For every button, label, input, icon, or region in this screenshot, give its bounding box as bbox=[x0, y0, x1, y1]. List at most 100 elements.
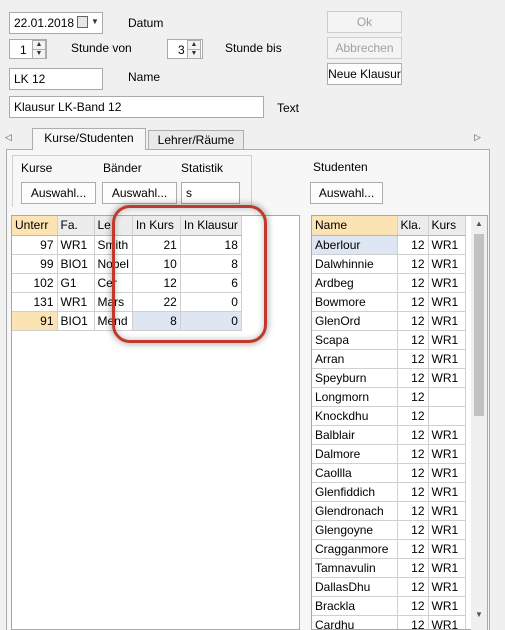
cell-kurs: WR1 bbox=[428, 558, 466, 578]
table-row[interactable]: Dalwhinnie 12 WR1 bbox=[312, 254, 466, 274]
cell-kurs: WR1 bbox=[428, 501, 466, 521]
cell-name: Cragganmore bbox=[312, 539, 398, 559]
cell-klasse: 12 bbox=[397, 539, 429, 559]
statistik-value: s bbox=[186, 186, 192, 200]
tab-statistik[interactable]: Statistik bbox=[181, 161, 223, 175]
table-row[interactable]: Speyburn 12 WR1 bbox=[312, 368, 466, 388]
cell-kurs: WR1 bbox=[428, 482, 466, 502]
cell-kurs: WR1 bbox=[428, 273, 466, 293]
cell-kurs: WR1 bbox=[428, 349, 466, 369]
cell-klasse: 12 bbox=[397, 501, 429, 521]
table-row[interactable]: Knockdhu 12 bbox=[312, 406, 466, 426]
cell-klasse: 12 bbox=[397, 615, 429, 629]
col-fach[interactable]: Fa. bbox=[57, 216, 95, 236]
col-in-klausur[interactable]: In Klausur bbox=[180, 216, 242, 236]
table-row[interactable]: 131 WR1 Mars 22 0 bbox=[12, 292, 242, 312]
table-row[interactable]: Glendronach 12 WR1 bbox=[312, 501, 466, 521]
cell-in-klausur: 6 bbox=[180, 273, 242, 293]
tab-kurse-studenten[interactable]: Kurse/Studenten bbox=[32, 128, 146, 150]
cell-klasse: 12 bbox=[397, 577, 429, 597]
table-row[interactable]: Glengoyne 12 WR1 bbox=[312, 520, 466, 540]
statistik-input[interactable]: s bbox=[181, 182, 240, 204]
scroll-thumb[interactable] bbox=[474, 234, 484, 416]
cell-kurs: WR1 bbox=[428, 577, 466, 597]
table-row[interactable]: 102 G1 Cer 12 6 bbox=[12, 273, 242, 293]
cell-lehrer: Nobel bbox=[94, 254, 133, 274]
table-row[interactable]: Dalmore 12 WR1 bbox=[312, 444, 466, 464]
cell-fach: BIO1 bbox=[57, 311, 95, 331]
cell-kurs: WR1 bbox=[428, 596, 466, 616]
table-row[interactable]: Caollla 12 WR1 bbox=[312, 463, 466, 483]
baender-select-button[interactable]: Auswahl... bbox=[102, 182, 177, 204]
calendar-icon[interactable] bbox=[77, 16, 88, 28]
table-row[interactable]: Ardbeg 12 WR1 bbox=[312, 273, 466, 293]
cell-kurs: WR1 bbox=[428, 444, 466, 464]
col-in-kurs[interactable]: In Kurs bbox=[132, 216, 181, 236]
table-row[interactable]: Balblair 12 WR1 bbox=[312, 425, 466, 445]
table-row[interactable]: 97 WR1 Smith 21 18 bbox=[12, 235, 242, 255]
cell-fach: WR1 bbox=[57, 235, 95, 255]
cell-name: Aberlour bbox=[312, 235, 398, 255]
table-row[interactable]: Tamnavulin 12 WR1 bbox=[312, 558, 466, 578]
tab-lehrer-raeume[interactable]: Lehrer/Räume bbox=[148, 130, 244, 150]
cell-kurs: WR1 bbox=[428, 235, 466, 255]
table-row[interactable]: GlenOrd 12 WR1 bbox=[312, 311, 466, 331]
scroll-up-icon[interactable]: ▲ bbox=[475, 219, 483, 228]
col-lehrer[interactable]: Le. bbox=[94, 216, 133, 236]
name-value: LK 12 bbox=[14, 72, 46, 86]
cell-fach: BIO1 bbox=[57, 254, 95, 274]
cell-klasse: 12 bbox=[397, 425, 429, 445]
cell-name: Longmorn bbox=[312, 387, 398, 407]
text-value: Klausur LK-Band 12 bbox=[14, 100, 122, 114]
col-name[interactable]: Name bbox=[312, 216, 398, 236]
courses-grid: Unterr Fa. Le. In Kurs In Klausur 97 WR1… bbox=[11, 215, 300, 630]
spin-down-icon[interactable]: ▼ bbox=[187, 49, 201, 59]
chevron-down-icon[interactable]: ▼ bbox=[91, 17, 99, 26]
cell-name: Tamnavulin bbox=[312, 558, 398, 578]
cell-lehrer: Cer bbox=[94, 273, 133, 293]
tab-scroll-right-icon[interactable]: ▷ bbox=[474, 132, 481, 143]
tab-baender[interactable]: Bänder bbox=[103, 161, 142, 175]
table-row[interactable]: Brackla 12 WR1 bbox=[312, 596, 466, 616]
col-unterr[interactable]: Unterr bbox=[12, 216, 58, 236]
cell-kurs bbox=[428, 387, 466, 407]
text-input[interactable]: Klausur LK-Band 12 bbox=[9, 96, 264, 118]
table-row[interactable]: DallasDhu 12 WR1 bbox=[312, 577, 466, 597]
students-grid: Name Kla. Kurs Aberlour 12 WR1 Dalwhinnie 12… bbox=[311, 215, 488, 630]
ok-button[interactable]: Ok bbox=[327, 11, 402, 33]
cell-fach: G1 bbox=[57, 273, 95, 293]
table-row[interactable]: Bowmore 12 WR1 bbox=[312, 292, 466, 312]
students-select-button[interactable]: Auswahl... bbox=[310, 182, 383, 204]
table-row[interactable]: Aberlour 12 WR1 bbox=[312, 235, 466, 255]
students-scrollbar[interactable]: ▲ ▼ bbox=[471, 216, 487, 630]
col-kurs[interactable]: Kurs bbox=[428, 216, 466, 236]
table-row[interactable]: Longmorn 12 bbox=[312, 387, 466, 407]
name-input[interactable]: LK 12 bbox=[9, 68, 103, 90]
table-row[interactable]: Scapa 12 WR1 bbox=[312, 330, 466, 350]
tab-scroll-left-icon[interactable]: ◁ bbox=[5, 132, 12, 143]
cell-klasse: 12 bbox=[397, 387, 429, 407]
date-value: 22.01.2018 bbox=[14, 16, 75, 30]
scroll-down-icon[interactable]: ▼ bbox=[475, 610, 483, 619]
cell-kurs: WR1 bbox=[428, 425, 466, 445]
table-row[interactable]: Cragganmore 12 WR1 bbox=[312, 539, 466, 559]
table-row[interactable]: 99 BIO1 Nobel 10 8 bbox=[12, 254, 242, 274]
cancel-button[interactable]: Abbrechen bbox=[327, 37, 402, 59]
table-row[interactable]: 91 BIO1 Mend 8 0 bbox=[12, 311, 242, 331]
spin-down-icon[interactable]: ▼ bbox=[32, 49, 46, 59]
cell-in-klausur: 18 bbox=[180, 235, 242, 255]
kurse-select-button[interactable]: Auswahl... bbox=[21, 182, 96, 204]
table-row[interactable]: Arran 12 WR1 bbox=[312, 349, 466, 369]
table-row[interactable]: Glenfiddich 12 WR1 bbox=[312, 482, 466, 502]
date-picker[interactable]: 22.01.2018 bbox=[9, 12, 103, 34]
table-row[interactable]: Cardhu 12 WR1 bbox=[312, 615, 466, 629]
tab-kurse[interactable]: Kurse bbox=[21, 161, 52, 175]
new-exam-button[interactable]: Neue Klausur bbox=[327, 63, 402, 85]
cell-name: Brackla bbox=[312, 596, 398, 616]
cell-kurs: WR1 bbox=[428, 368, 466, 388]
col-klasse[interactable]: Kla. bbox=[397, 216, 429, 236]
cell-klasse: 12 bbox=[397, 520, 429, 540]
cell-klasse: 12 bbox=[397, 596, 429, 616]
cell-name: Scapa bbox=[312, 330, 398, 350]
cell-in-kurs: 10 bbox=[132, 254, 181, 274]
